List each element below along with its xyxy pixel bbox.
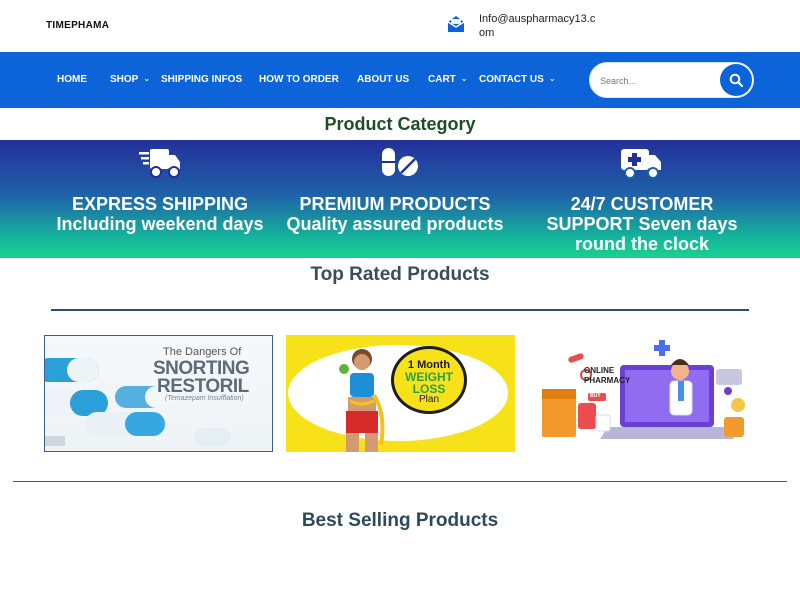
card-3-line-2: PHARMACY xyxy=(584,376,631,385)
feature-1-title: EXPRESS SHIPPING xyxy=(71,194,249,214)
nav-how-to-order[interactable]: HOW TO ORDER xyxy=(259,74,339,85)
card-2-line-4: Plan xyxy=(418,394,439,405)
nav-shipping-infos-label: SHIPPING INFOS xyxy=(161,74,243,85)
delivery-truck-icon xyxy=(139,146,181,185)
top-bar: TIMEPHAMA Info@auspharmacy13.com xyxy=(0,0,800,52)
section-divider xyxy=(51,309,749,311)
chevron-down-icon: ⌄ xyxy=(143,74,151,83)
product-card-weight-loss[interactable]: 1 Month WEIGHT LOSS Plan xyxy=(286,335,515,452)
nav-about-us[interactable]: ABOUT US xyxy=(357,74,409,85)
nav-contact-us-label: CONTACT US xyxy=(479,74,544,85)
nav-cart-label: CART xyxy=(428,74,456,85)
nav-contact-us[interactable]: CONTACT US ⌄ xyxy=(479,74,556,85)
main-navigation: HOME SHOP ⌄ SHIPPING INFOS HOW TO ORDER A… xyxy=(0,52,800,108)
online-pharmacy-image xyxy=(542,340,745,439)
nav-shop[interactable]: SHOP ⌄ xyxy=(110,74,150,85)
feature-3-subtitle: SUPPORT Seven days xyxy=(546,214,738,234)
chevron-down-icon: ⌄ xyxy=(460,74,468,83)
search-icon xyxy=(729,73,743,87)
features-banner: EXPRESS SHIPPING Including weekend days … xyxy=(0,140,800,258)
nav-how-to-order-label: HOW TO ORDER xyxy=(259,74,339,85)
product-card-online-pharmacy[interactable]: ONLINE PHARMACY BUY xyxy=(528,335,757,452)
product-card-snorting-restoril[interactable]: The Dangers Of SNORTING RESTORIL (Temaze… xyxy=(44,335,273,452)
card-1-line-1: The Dangers Of xyxy=(163,346,242,358)
contact-email[interactable]: Info@auspharmacy13.com xyxy=(479,12,599,40)
ambulance-icon xyxy=(620,146,662,185)
chevron-down-icon: ⌄ xyxy=(548,74,556,83)
nav-shop-label: SHOP xyxy=(110,74,139,85)
card-3-line-1: ONLINE xyxy=(584,366,615,375)
feature-3-title: 24/7 CUSTOMER xyxy=(570,194,714,214)
top-rated-heading: Top Rated Products xyxy=(310,264,490,285)
site-logo[interactable]: TIMEPHAMA xyxy=(46,20,109,31)
envelope-icon xyxy=(446,14,466,34)
nav-home-label: HOME xyxy=(57,74,87,85)
card-3-line-3: BUY xyxy=(590,393,601,399)
feature-3-subtitle-2: round the clock xyxy=(574,234,709,254)
nav-shipping-infos[interactable]: SHIPPING INFOS xyxy=(161,74,242,85)
product-category-heading: Product Category xyxy=(324,114,476,134)
section-divider xyxy=(13,481,787,482)
feature-1-subtitle: Including weekend days xyxy=(56,214,264,234)
pills-icon xyxy=(380,146,420,185)
feature-2-title: PREMIUM PRODUCTS xyxy=(299,194,491,214)
feature-customer-support: 24/7 CUSTOMER SUPPORT Seven days round t… xyxy=(520,140,764,258)
search-input[interactable] xyxy=(600,72,712,90)
nav-home[interactable]: HOME xyxy=(57,74,87,85)
best-selling-heading: Best Selling Products xyxy=(301,510,499,531)
card-1-line-4: (Temazepam Insufflation) xyxy=(165,395,244,402)
nav-about-us-label: ABOUT US xyxy=(357,74,410,85)
search-button[interactable] xyxy=(720,64,752,96)
feature-premium-products: PREMIUM PRODUCTS Quality assured product… xyxy=(270,140,520,258)
feature-2-subtitle: Quality assured products xyxy=(286,214,504,234)
nav-cart[interactable]: CART ⌄ xyxy=(428,74,467,85)
search-box xyxy=(589,62,754,98)
